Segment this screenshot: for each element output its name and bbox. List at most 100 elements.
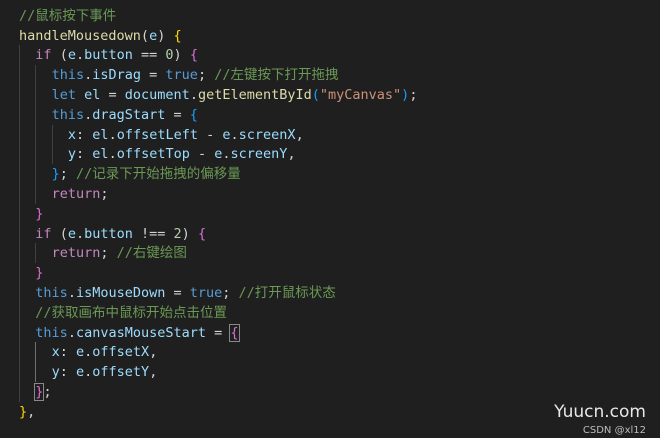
code-token: ) — [157, 27, 174, 44]
indent-guide — [35, 164, 37, 185]
code-line[interactable]: return; //右键绘图 — [0, 243, 660, 264]
indent-guide — [19, 362, 20, 383]
site-watermark: Yuucn.com — [554, 402, 646, 422]
code-token: this — [51, 106, 85, 123]
indent-guide — [35, 243, 37, 264]
code-text: } — [35, 204, 43, 224]
code-token: this — [35, 285, 68, 301]
code-token: el — [92, 146, 109, 163]
code-token: ; — [43, 384, 52, 400]
code-line[interactable]: if (e.button !== 2) { — [0, 223, 660, 244]
indent-guide — [19, 164, 20, 185]
code-token: - — [189, 146, 215, 163]
code-token: , — [287, 146, 296, 163]
indent-guide — [19, 382, 20, 402]
code-token: isMouseDown — [75, 285, 166, 301]
indent-guide — [19, 203, 20, 224]
code-token: el — [84, 87, 101, 103]
code-text: return; — [52, 184, 109, 204]
code-token: screenX — [238, 126, 296, 143]
indent-guide — [35, 124, 37, 145]
code-token: offsetLeft — [116, 126, 198, 143]
code-token: e — [67, 47, 76, 64]
code-token: : — [59, 364, 76, 381]
code-line[interactable]: this.canvasMouseStart = { — [0, 322, 660, 343]
indent-guide — [19, 243, 20, 264]
indent-guide — [19, 302, 20, 323]
code-line[interactable]: this.isMouseDown = true; //打开鼠标状态 — [0, 283, 660, 303]
indent-guide — [19, 45, 20, 66]
code-token: if — [35, 225, 52, 242]
code-text: y: el.offsetTop - e.screenY, — [68, 144, 296, 164]
code-line[interactable]: y: e.offsetY, — [0, 362, 660, 383]
indent-guide — [35, 65, 37, 86]
code-token: offsetTop — [116, 146, 190, 163]
code-token: ( — [140, 27, 150, 44]
code-token: handleMousedown — [19, 27, 141, 44]
code-token: . — [67, 324, 76, 341]
code-text: //鼠标按下事件 — [19, 6, 116, 26]
code-token: e — [76, 344, 85, 361]
code-token: : — [76, 126, 93, 143]
code-token: offsetY — [92, 364, 150, 381]
code-line[interactable]: //获取画布中鼠标开始点击位置 — [0, 302, 660, 323]
code-text: y: e.offsetY, — [52, 362, 158, 382]
code-token: this — [51, 67, 85, 84]
code-line[interactable]: handleMousedown(e) { — [0, 26, 660, 46]
code-line[interactable]: } — [0, 263, 660, 284]
indent-guide — [35, 144, 37, 165]
code-token: //鼠标按下事件 — [19, 7, 117, 24]
code-token: y — [51, 364, 60, 381]
code-token: let — [51, 87, 76, 103]
code-line[interactable]: return; — [0, 184, 660, 204]
code-token: ; — [59, 166, 76, 183]
code-token: : — [76, 146, 93, 163]
code-token: return — [51, 245, 101, 262]
code-line[interactable]: }; //记录下开始拖拽的偏移量 — [0, 164, 660, 185]
code-text: x: e.offsetX, — [52, 342, 158, 362]
code-token: == — [132, 47, 166, 64]
code-line[interactable]: //鼠标按下事件 — [0, 6, 660, 26]
code-token: = — [100, 87, 125, 103]
code-editor[interactable]: //鼠标按下事件 handleMousedown(e) {if (e.button… — [0, 0, 660, 438]
indent-guide — [19, 223, 20, 244]
code-line[interactable]: let el = document.getElementById("myCanv… — [0, 85, 660, 105]
code-token: //左键按下打开拖拽 — [214, 67, 339, 84]
code-token: } — [35, 205, 44, 222]
code-token: { — [197, 225, 207, 242]
code-token: 0 — [165, 47, 174, 64]
code-token: offsetX — [92, 344, 150, 361]
code-token: , — [149, 344, 158, 361]
code-token: { — [229, 323, 240, 342]
code-token: } — [19, 403, 28, 420]
code-token: . — [75, 47, 85, 64]
code-line[interactable]: }; — [0, 382, 660, 402]
code-token: getElementById — [197, 87, 312, 103]
code-text: this.dragStart = { — [52, 105, 198, 125]
indent-guide — [19, 342, 20, 363]
code-text: }, — [19, 402, 35, 422]
code-token: { — [189, 106, 198, 123]
code-line[interactable]: x: el.offsetLeft - e.screenX, — [0, 124, 660, 145]
code-line[interactable]: y: el.offsetTop - e.screenY, — [0, 144, 660, 165]
code-line[interactable]: this.dragStart = { — [0, 104, 660, 125]
indent-guide — [19, 263, 20, 284]
code-token: ( — [51, 47, 68, 64]
code-line[interactable]: x: e.offsetX, — [0, 342, 660, 363]
indent-guide — [35, 342, 37, 363]
code-token: this — [35, 324, 68, 341]
code-token: !== — [132, 225, 174, 242]
code-line[interactable]: } — [0, 203, 660, 224]
code-token: ; — [197, 67, 215, 84]
code-token: x — [51, 344, 60, 361]
code-text: if (e.button == 0) { — [35, 45, 198, 65]
code-token: e — [76, 364, 85, 381]
code-token: = — [206, 324, 231, 341]
code-text: this.isDrag = true; //左键按下打开拖拽 — [52, 65, 339, 85]
code-token: 2 — [173, 225, 182, 242]
code-token: if — [35, 47, 52, 64]
code-line[interactable]: this.isDrag = true; //左键按下打开拖拽 — [0, 65, 660, 86]
code-line[interactable]: if (e.button == 0) { — [0, 45, 660, 66]
code-text: this.isMouseDown = true; //打开鼠标状态 — [35, 283, 336, 303]
indent-guide — [35, 362, 37, 383]
